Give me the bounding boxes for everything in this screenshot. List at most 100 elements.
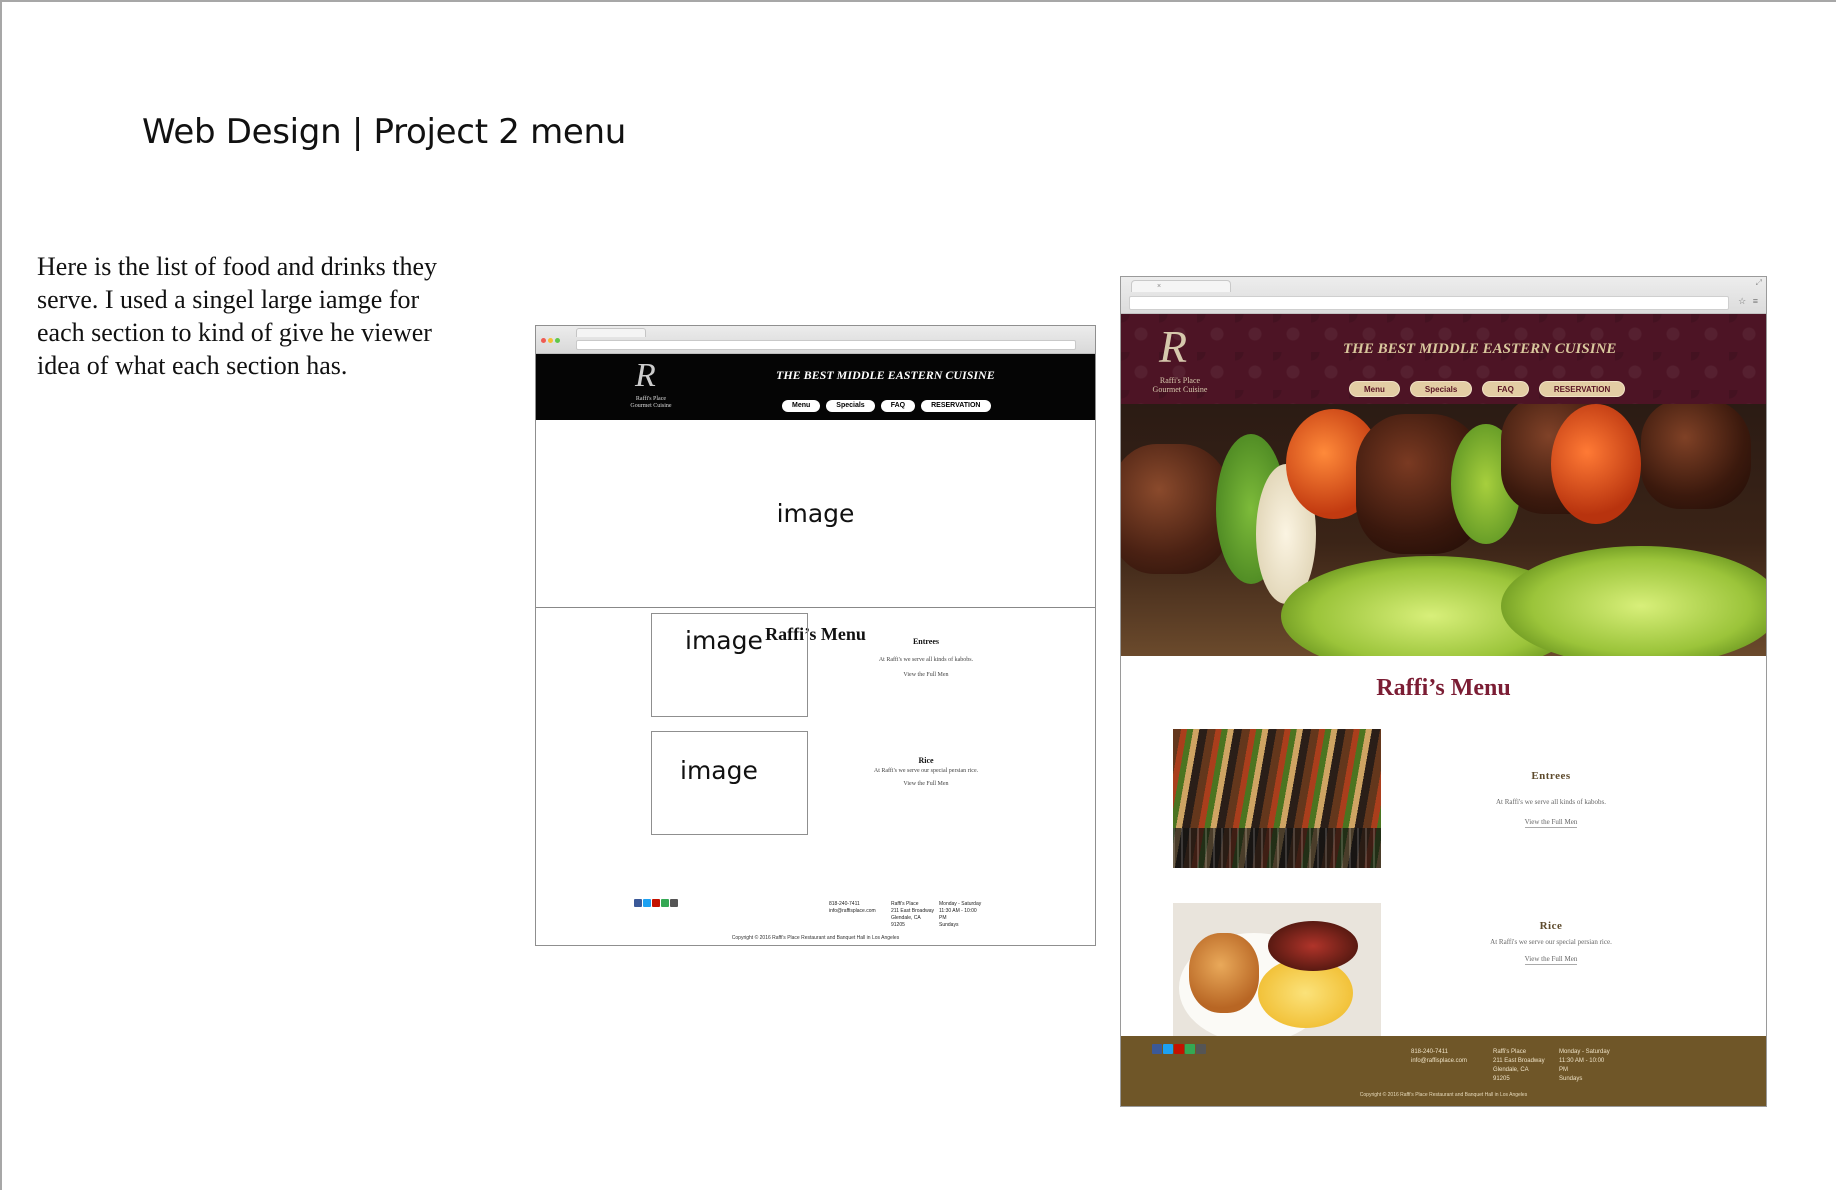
rice-photo [1173,903,1381,1037]
yelp-icon[interactable] [652,899,660,907]
entrees-section: Entrees At Raffi's we serve all kinds of… [1451,770,1651,829]
footer-hours: Monday - Saturday 11:30 AM - 10:00 PM Su… [939,901,981,929]
footer-copyright: Copyright © 2016 Raffi's Place Restauran… [1359,1092,1528,1098]
hero-lettuce [1501,546,1766,656]
chicken [1189,933,1259,1013]
footer-hours-line: Sundays [939,922,959,928]
logo-name: Raffi's Place [635,396,667,402]
footer-address: Raffi's Place 211 East Broadway Glendale… [1493,1048,1545,1084]
logo-sub: Gourmet Cuisine [1152,385,1208,394]
logo-sub: Gourmet Cuisine [630,403,672,409]
entrees-photo [1173,729,1381,868]
footer-phone: 818-240-7411 [829,901,860,907]
instagram-icon[interactable] [1196,1044,1206,1054]
address-bar[interactable] [1129,296,1729,310]
browser-menu-icon[interactable]: ☆ ≡ [1738,296,1760,307]
nav-specials-button[interactable]: Specials [1409,381,1473,397]
logo-text: Raffi's Place Gourmet Cuisine [624,396,678,410]
mockup-header: R Raffi's Place Gourmet Cuisine THE BEST… [1121,314,1766,404]
rice-text: At Raffi's we serve our special persian … [1490,938,1612,946]
footer-hours-line: Monday - Saturday [1559,1049,1610,1055]
twitter-icon[interactable] [643,899,651,907]
tagline: THE BEST MIDDLE EASTERN CUISINE [1343,341,1617,357]
facebook-icon[interactable] [1152,1044,1162,1054]
entrees-section: Entrees At Raffi's we serve all kinds of… [836,637,1016,678]
entrees-image-placeholder: image [651,613,808,717]
nav-faq-button[interactable]: FAQ [880,400,916,412]
footer-email[interactable]: info@raffisplace.com [1411,1057,1467,1066]
tripadvisor-icon[interactable] [661,899,669,907]
fullscreen-icon[interactable]: ⤢ [1756,278,1762,288]
grill-grate [1173,828,1381,868]
nav-bar: Menu Specials FAQ RESERVATION [1349,381,1626,397]
wireframe-browser-chrome [536,326,1095,354]
nav-menu-button[interactable]: Menu [782,400,821,412]
instagram-icon[interactable] [670,899,678,907]
maximize-icon[interactable] [555,338,560,343]
nav-faq-button[interactable]: FAQ [1482,381,1529,397]
logo-mark[interactable]: R [635,357,656,395]
footer-address-line: 91205 [891,922,905,928]
footer-address-line: 91205 [1493,1076,1510,1082]
rice-section: Rice At Raffi's we serve our special per… [1451,920,1651,966]
nav-specials-button[interactable]: Specials [826,400,875,412]
browser-tab[interactable] [1131,280,1231,292]
rice-link[interactable]: View the Full Men [836,781,1016,787]
footer-copyright: Copyright © 2016 Raffi's Place Restauran… [731,935,900,941]
facebook-icon[interactable] [634,899,642,907]
window-controls [541,330,562,348]
footer-address-line: Raffi's Place [891,901,919,907]
rice-heading: Rice [1539,920,1563,932]
logo-text: Raffi's Place Gourmet Cuisine [1149,376,1211,394]
footer-hours: Monday - Saturday 11:30 AM - 10:00 PM Su… [1559,1048,1610,1084]
twitter-icon[interactable] [1163,1044,1173,1054]
entrees-link[interactable]: View the Full Men [836,672,1016,678]
kabob-hero-image [1121,404,1766,656]
footer-email[interactable]: info@raffisplace.com [829,908,876,915]
mockup-browser-chrome: × ⤢ ☆ ≡ [1121,277,1766,314]
minimize-icon[interactable] [548,338,553,343]
footer-hours-line: PM [1559,1067,1568,1073]
slide-title: Web Design | Project 2 menu [142,112,627,152]
footer-address: Raffi's Place 211 East Broadway Glendale… [891,901,934,929]
footer-contact: 818-240-7411 info@raffisplace.com [1411,1048,1467,1066]
hero-image-placeholder: image [536,420,1095,608]
footer-hours-line: 11:30 AM - 10:00 [939,908,977,914]
wireframe-screenshot: R Raffi's Place Gourmet Cuisine THE BEST… [535,325,1096,946]
yelp-icon[interactable] [1174,1044,1184,1054]
nav-menu-button[interactable]: Menu [1349,381,1400,397]
tripadvisor-icon[interactable] [1185,1044,1195,1054]
entrees-text: At Raffi's we serve all kinds of kabobs. [878,657,974,663]
logo-name: Raffi's Place [1159,376,1201,385]
nav-reservation-button[interactable]: RESERVATION [921,400,991,412]
logo-mark[interactable]: R [1159,320,1187,373]
footer-address-line: Glendale, CA [1493,1067,1529,1073]
footer-address-line: Glendale, CA [891,915,921,921]
nav-bar: Menu Specials FAQ RESERVATION [782,400,991,412]
footer-address-line: Raffi's Place [1493,1049,1527,1055]
rice-section: Rice At Raffi's we serve our special per… [836,756,1016,787]
rice-image-placeholder: image [651,731,808,835]
close-icon[interactable] [541,338,546,343]
rice-link[interactable]: View the Full Men [1524,955,1578,965]
footer-hours-line: Sundays [1559,1076,1583,1082]
address-bar[interactable] [576,340,1076,350]
hero-meat [1121,444,1231,574]
footer-hours-line: PM [939,915,947,921]
wireframe-header: R Raffi's Place Gourmet Cuisine THE BEST… [536,354,1095,420]
entrees-heading: Entrees [912,637,940,646]
tagline: THE BEST MIDDLE EASTERN CUISINE [776,368,995,382]
barberries [1268,921,1358,971]
slide-description: Here is the list of food and drinks they… [37,252,438,380]
entrees-heading: Entrees [1531,770,1571,782]
footer-phone: 818-240-7411 [1411,1049,1448,1055]
entrees-text: At Raffi's we serve all kinds of kabobs. [1495,798,1606,806]
hero-meat [1641,404,1751,509]
browser-tab[interactable] [576,328,646,337]
nav-reservation-button[interactable]: RESERVATION [1538,381,1626,397]
footer-address-line: 211 East Broadway [1493,1058,1545,1064]
tab-close-icon[interactable]: × [1157,283,1161,290]
hero-tomato [1551,404,1641,524]
entrees-link[interactable]: View the Full Men [1524,818,1578,828]
footer-address-line: 211 East Broadway [891,908,934,914]
